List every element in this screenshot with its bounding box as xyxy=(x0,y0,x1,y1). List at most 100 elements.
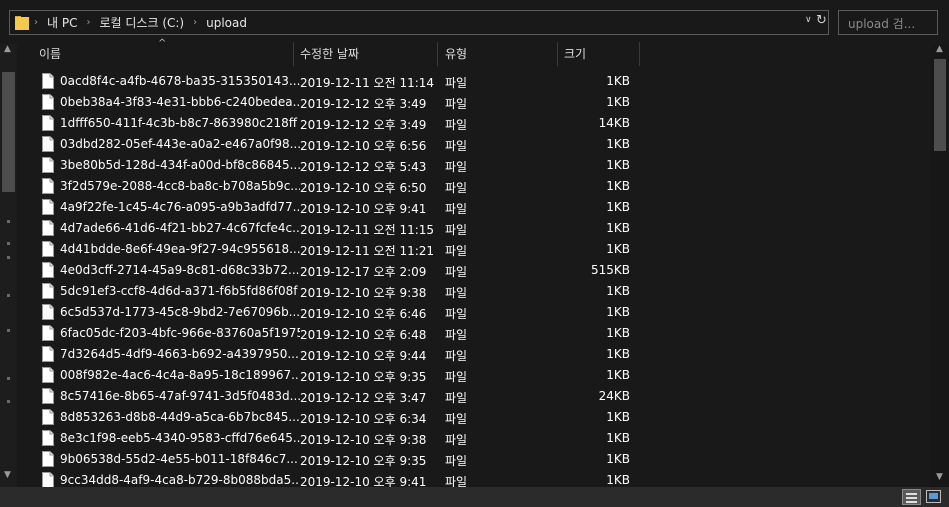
search-input[interactable]: upload 검... xyxy=(838,10,938,35)
file-size: 1KB xyxy=(606,368,630,382)
chevron-right-icon[interactable]: › xyxy=(86,17,90,28)
file-size: 1KB xyxy=(606,242,630,256)
file-size: 1KB xyxy=(606,284,630,298)
file-type: 파일 xyxy=(445,454,468,468)
column-date[interactable]: 수정한 날짜 xyxy=(300,40,359,66)
chevron-right-icon[interactable]: › xyxy=(34,17,38,28)
file-row[interactable]: 8e3c1f98-eeb5-4340-9583-cffd76e645... 201… xyxy=(17,428,931,449)
file-type: 파일 xyxy=(445,349,468,363)
file-row[interactable]: 5dc91ef3-ccf8-4d6d-a371-f6b5fd86f08f 2019… xyxy=(17,281,931,302)
file-row[interactable]: 3f2d579e-2088-4cc8-ba8c-b708a5b9c... 2019… xyxy=(17,176,931,197)
file-name: 4e0d3cff-2714-45a9-8c81-d68c33b72... xyxy=(60,263,300,277)
file-name: 9b06538d-55d2-4e55-b011-18f846c7... xyxy=(60,452,298,466)
vertical-scrollbar[interactable]: ▲ ▼ xyxy=(931,44,949,487)
file-name: 9cc34dd8-4af9-4ca8-b729-8b088bda5... xyxy=(60,473,300,487)
chevron-right-icon[interactable]: › xyxy=(193,17,197,28)
nav-pane-marker xyxy=(7,220,10,223)
file-row[interactable]: 0beb38a4-3f83-4e31-bbb6-c240bedea... 2019… xyxy=(17,92,931,113)
chevron-down-icon[interactable]: ∨ xyxy=(805,15,812,25)
file-size: 24KB xyxy=(598,389,630,403)
file-size: 1KB xyxy=(606,347,630,361)
file-type: 파일 xyxy=(445,139,468,153)
file-modified-date: 2019-12-12 오후 3:49 xyxy=(300,118,427,132)
scroll-up-icon[interactable]: ▲ xyxy=(936,44,943,54)
file-size: 1KB xyxy=(606,221,630,235)
file-type: 파일 xyxy=(445,286,468,300)
nav-pane-marker xyxy=(7,377,10,380)
file-modified-date: 2019-12-10 오후 6:34 xyxy=(300,412,427,426)
file-icon xyxy=(42,178,54,194)
file-size: 1KB xyxy=(606,158,630,172)
file-name: 3be80b5d-128d-434f-a00d-bf8c86845... xyxy=(60,158,300,172)
breadcrumb-item-upload[interactable]: upload xyxy=(206,16,247,30)
file-type: 파일 xyxy=(445,328,468,342)
breadcrumb-item-local-disk[interactable]: 로컬 디스크 (C:) xyxy=(99,14,184,31)
file-row[interactable]: 03dbd282-05ef-443e-a0a2-e467a0f98... 2019… xyxy=(17,134,931,155)
breadcrumb-item-my-pc[interactable]: 내 PC xyxy=(47,14,77,31)
file-modified-date: 2019-12-11 오전 11:14 xyxy=(300,76,435,90)
nav-pane-marker xyxy=(7,400,10,403)
column-divider[interactable] xyxy=(557,42,558,66)
nav-pane-marker xyxy=(7,329,10,332)
file-row[interactable]: 7d3264d5-4df9-4663-b692-a4397950... 2019-… xyxy=(17,344,931,365)
file-row[interactable]: 8d853263-d8b8-44d9-a5ca-6b7bc845... 2019-… xyxy=(17,407,931,428)
refresh-icon[interactable]: ↻ xyxy=(816,13,827,28)
file-name: 3f2d579e-2088-4cc8-ba8c-b708a5b9c... xyxy=(60,179,300,193)
file-size: 1KB xyxy=(606,179,630,193)
large-icons-view-icon[interactable] xyxy=(926,490,941,503)
file-size: 1KB xyxy=(606,74,630,88)
scroll-down-icon[interactable]: ▼ xyxy=(936,472,943,482)
file-row[interactable]: 9b06538d-55d2-4e55-b011-18f846c7... 2019-… xyxy=(17,449,931,470)
column-size[interactable]: 크기 xyxy=(564,40,586,66)
file-type: 파일 xyxy=(445,97,468,111)
file-type: 파일 xyxy=(445,244,468,258)
file-row[interactable]: 0acd8f4c-a4fb-4678-ba35-315350143... 2019… xyxy=(17,71,931,92)
file-type: 파일 xyxy=(445,202,468,216)
file-row[interactable]: 4e0d3cff-2714-45a9-8c81-d68c33b72... 2019… xyxy=(17,260,931,281)
file-type: 파일 xyxy=(445,181,468,195)
file-row[interactable]: 008f982e-4ac6-4c4a-8a95-18c189967... 2019… xyxy=(17,365,931,386)
file-type: 파일 xyxy=(445,76,468,90)
file-modified-date: 2019-12-10 오후 9:35 xyxy=(300,370,427,384)
column-divider[interactable] xyxy=(639,42,640,66)
file-row[interactable]: 1dfff650-411f-4c3b-b8c7-863980c218ff 2019… xyxy=(17,113,931,134)
file-row[interactable]: 4d41bdde-8e6f-49ea-9f27-94c955618... 2019… xyxy=(17,239,931,260)
navigation-pane: ▲ ▼ xyxy=(0,44,17,487)
file-size: 14KB xyxy=(598,116,630,130)
column-divider[interactable] xyxy=(437,42,438,66)
file-name: 4a9f22fe-1c45-4c76-a095-a9b3adfd77... xyxy=(60,200,300,214)
scrollbar-thumb[interactable] xyxy=(934,59,946,151)
file-row[interactable]: 4d7ade66-41d6-4f21-bb27-4c67fcfe4c... 201… xyxy=(17,218,931,239)
file-type: 파일 xyxy=(445,118,468,132)
file-type: 파일 xyxy=(445,160,468,174)
file-row[interactable]: 4a9f22fe-1c45-4c76-a095-a9b3adfd77... 201… xyxy=(17,197,931,218)
navigation-bar: › 내 PC › 로컬 디스크 (C:) › upload ∨ ↻ upload… xyxy=(0,0,949,44)
nav-scrollbar-thumb[interactable] xyxy=(2,72,15,192)
address-bar[interactable]: › 내 PC › 로컬 디스크 (C:) › upload ∨ ↻ xyxy=(9,10,829,35)
file-icon xyxy=(42,241,54,257)
file-row[interactable]: 6c5d537d-1773-45c8-9bd2-7e67096b... 2019-… xyxy=(17,302,931,323)
file-modified-date: 2019-12-10 오후 6:56 xyxy=(300,139,427,153)
sort-ascending-icon: ^ xyxy=(158,38,167,49)
scroll-up-icon[interactable]: ▲ xyxy=(4,44,11,54)
file-row[interactable]: 8c57416e-8b65-47af-9741-3d5f0483d... 2019… xyxy=(17,386,931,407)
file-row[interactable]: 3be80b5d-128d-434f-a00d-bf8c86845... 2019… xyxy=(17,155,931,176)
column-type[interactable]: 유형 xyxy=(445,40,467,66)
scroll-down-icon[interactable]: ▼ xyxy=(4,470,11,480)
file-modified-date: 2019-12-11 오전 11:21 xyxy=(300,244,435,258)
file-icon xyxy=(42,409,54,425)
file-name: 8c57416e-8b65-47af-9741-3d5f0483d... xyxy=(60,389,300,403)
file-row[interactable]: 6fac05dc-f203-4bfc-966e-83760a5f1975 2019… xyxy=(17,323,931,344)
file-modified-date: 2019-12-10 오후 9:41 xyxy=(300,202,427,216)
file-name: 6fac05dc-f203-4bfc-966e-83760a5f1975 xyxy=(60,326,300,340)
column-divider[interactable] xyxy=(293,42,294,66)
details-view-icon[interactable] xyxy=(902,489,921,505)
nav-pane-marker xyxy=(7,294,10,297)
file-name: 8d853263-d8b8-44d9-a5ca-6b7bc845... xyxy=(60,410,300,424)
file-row[interactable]: 9cc34dd8-4af9-4ca8-b729-8b088bda5... 2019… xyxy=(17,470,931,487)
file-size: 1KB xyxy=(606,305,630,319)
file-icon xyxy=(42,220,54,236)
file-size: 515KB xyxy=(590,263,630,277)
file-modified-date: 2019-12-12 오후 5:43 xyxy=(300,160,427,174)
column-name[interactable]: 이름 xyxy=(39,40,61,66)
